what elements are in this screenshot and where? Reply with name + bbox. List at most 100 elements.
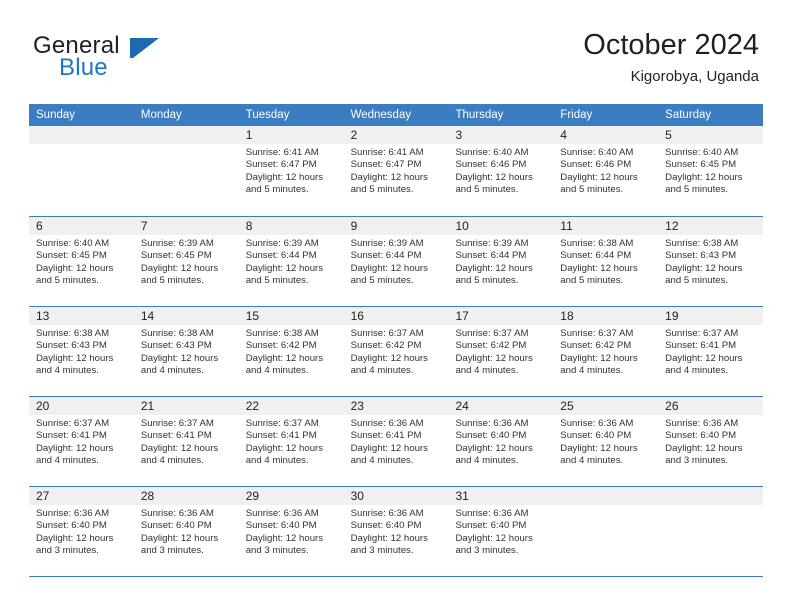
day-number-band: 25 (553, 397, 659, 415)
calendar-day-cell[interactable]: 15 Sunrise: 6:38 AM Sunset: 6:42 PM Dayligh… (238, 307, 344, 396)
calendar-day-cell[interactable]: 5 Sunrise: 6:40 AM Sunset: 6:45 PM Daylight… (658, 126, 764, 216)
calendar-day-cell[interactable]: 8 Sunrise: 6:39 AM Sunset: 6:44 PM Daylight… (238, 217, 344, 306)
calendar-day-cell[interactable]: 21 Sunrise: 6:37 AM Sunset: 6:41 PM Dayligh… (133, 397, 239, 486)
day-info: Sunrise: 6:37 AM Sunset: 6:42 PM Daylight:… (448, 325, 553, 378)
calendar-day-cell[interactable]: 6 Sunrise: 6:40 AM Sunset: 6:45 PM Daylight… (29, 217, 134, 306)
sunrise-text: Sunrise: 6:37 AM (36, 418, 110, 429)
daylight-text: Daylight: 12 hours and 4 minutes. (36, 442, 114, 467)
daylight-text: Daylight: 12 hours and 5 minutes. (350, 171, 428, 196)
daylight-text: Daylight: 12 hours and 4 minutes. (350, 442, 428, 467)
calendar-day-cell[interactable]: 4 Sunrise: 6:40 AM Sunset: 6:46 PM Daylight… (553, 126, 659, 216)
sunrise-text: Sunrise: 6:36 AM (560, 418, 634, 429)
sunrise-text: Sunrise: 6:38 AM (36, 328, 110, 339)
calendar-day-cell[interactable]: 23 Sunrise: 6:36 AM Sunset: 6:41 PM Dayligh… (343, 397, 449, 486)
day-number-band: 2 (343, 126, 449, 144)
day-number: 30 (350, 489, 364, 503)
calendar-day-cell[interactable]: 19 Sunrise: 6:37 AM Sunset: 6:41 PM Dayligh… (658, 307, 764, 396)
day-info: Sunrise: 6:36 AM Sunset: 6:40 PM Daylight:… (448, 415, 553, 468)
sunset-text: Sunset: 6:40 PM (140, 520, 212, 532)
daylight-text: Daylight: 12 hours and 5 minutes. (245, 171, 324, 196)
calendar-day-cell[interactable]: 27 Sunrise: 6:36 AM Sunset: 6:40 PM Dayligh… (29, 487, 134, 576)
day-number: 26 (665, 399, 679, 413)
calendar-day-cell[interactable]: 18 Sunrise: 6:37 AM Sunset: 6:42 PM Dayligh… (553, 307, 659, 396)
calendar-day-cell[interactable]: 31 Sunrise: 6:36 AM Sunset: 6:40 PM Dayligh… (448, 487, 554, 576)
calendar-day-cell[interactable]: 9 Sunrise: 6:39 AM Sunset: 6:44 PM Daylight… (343, 217, 449, 306)
calendar-day-cell[interactable]: 2 Sunrise: 6:41 AM Sunset: 6:47 PM Daylight… (343, 126, 449, 216)
day-number: 22 (245, 399, 260, 413)
sunrise-text: Sunrise: 6:37 AM (350, 328, 424, 339)
calendar-week-row: 1 Sunrise: 6:41 AM Sunset: 6:47 PM Daylight… (29, 126, 764, 216)
sunrise-text: Sunrise: 6:36 AM (350, 508, 424, 519)
day-number-band: 13 (29, 307, 134, 325)
day-number: 2 (350, 128, 358, 142)
daylight-text: Daylight: 12 hours and 4 minutes. (350, 352, 428, 377)
daylight-text: Daylight: 12 hours and 3 minutes. (665, 442, 743, 467)
day-number-band: 29 (238, 487, 344, 505)
calendar-day-cell[interactable]: 1 Sunrise: 6:41 AM Sunset: 6:47 PM Daylight… (238, 126, 344, 216)
calendar-day-cell-empty[interactable] (29, 126, 134, 216)
calendar-day-cell[interactable]: 11 Sunrise: 6:38 AM Sunset: 6:44 PM Dayligh… (553, 217, 659, 306)
sunrise-text: Sunrise: 6:40 AM (36, 238, 110, 249)
day-number: 20 (36, 399, 50, 413)
weekday-header-tuesday: Tuesday (245, 109, 290, 121)
sunrise-text: Sunrise: 6:38 AM (560, 238, 634, 249)
calendar-week-row: 13 Sunrise: 6:38 AM Sunset: 6:43 PM Dayligh… (29, 306, 764, 396)
day-info: Sunrise: 6:37 AM Sunset: 6:41 PM Daylight:… (29, 415, 134, 468)
daylight-text: Daylight: 12 hours and 5 minutes. (455, 262, 533, 287)
day-number: 10 (455, 219, 469, 233)
day-number-band: 7 (133, 217, 239, 235)
sunset-text: Sunset: 6:40 PM (455, 520, 527, 532)
sunset-text: Sunset: 6:40 PM (350, 520, 422, 532)
calendar-day-cell[interactable]: 16 Sunrise: 6:37 AM Sunset: 6:42 PM Dayligh… (343, 307, 449, 396)
sunrise-text: Sunrise: 6:36 AM (665, 418, 739, 429)
calendar-day-cell[interactable]: 12 Sunrise: 6:38 AM Sunset: 6:43 PM Dayligh… (658, 217, 764, 306)
day-number: 12 (665, 219, 679, 233)
page-title: October 2024 (583, 29, 759, 61)
sunset-text: Sunset: 6:41 PM (350, 430, 422, 442)
day-number: 25 (560, 399, 574, 413)
daylight-text: Daylight: 12 hours and 4 minutes. (245, 442, 324, 467)
calendar-day-cell[interactable]: 22 Sunrise: 6:37 AM Sunset: 6:41 PM Dayligh… (238, 397, 344, 486)
calendar-day-cell[interactable]: 25 Sunrise: 6:36 AM Sunset: 6:40 PM Dayligh… (553, 397, 659, 486)
sunset-text: Sunset: 6:40 PM (245, 520, 317, 532)
logo-text-blue: Blue (59, 54, 108, 81)
sunset-text: Sunset: 6:40 PM (665, 430, 737, 442)
calendar-day-cell[interactable]: 28 Sunrise: 6:36 AM Sunset: 6:40 PM Dayligh… (133, 487, 239, 576)
calendar-day-cell[interactable]: 30 Sunrise: 6:36 AM Sunset: 6:40 PM Dayligh… (343, 487, 449, 576)
sunrise-text: Sunrise: 6:40 AM (665, 147, 739, 158)
sunrise-text: Sunrise: 6:38 AM (665, 238, 739, 249)
calendar-day-cell-empty[interactable] (658, 487, 764, 576)
sunset-text: Sunset: 6:47 PM (245, 159, 317, 171)
calendar-day-cell[interactable]: 17 Sunrise: 6:37 AM Sunset: 6:42 PM Dayligh… (448, 307, 554, 396)
daylight-text: Daylight: 12 hours and 4 minutes. (455, 352, 533, 377)
calendar-day-cell[interactable]: 7 Sunrise: 6:39 AM Sunset: 6:45 PM Daylight… (133, 217, 239, 306)
day-number-band: 11 (553, 217, 659, 235)
day-number-band: 19 (658, 307, 764, 325)
day-number: 29 (245, 489, 260, 503)
calendar-day-cell[interactable]: 20 Sunrise: 6:37 AM Sunset: 6:41 PM Dayligh… (29, 397, 134, 486)
day-info: Sunrise: 6:37 AM Sunset: 6:41 PM Daylight:… (239, 415, 344, 468)
calendar-day-cell-empty[interactable] (133, 126, 239, 216)
day-number: 14 (140, 309, 155, 323)
calendar-week-row: 20 Sunrise: 6:37 AM Sunset: 6:41 PM Dayligh… (29, 396, 764, 486)
calendar-day-cell[interactable]: 14 Sunrise: 6:38 AM Sunset: 6:43 PM Dayligh… (133, 307, 239, 396)
sunset-text: Sunset: 6:42 PM (455, 340, 527, 352)
daylight-text: Daylight: 12 hours and 3 minutes. (245, 532, 324, 557)
day-info: Sunrise: 6:36 AM Sunset: 6:40 PM Daylight:… (553, 415, 658, 468)
general-blue-logo[interactable]: General Blue (33, 32, 213, 84)
calendar-day-cell[interactable]: 24 Sunrise: 6:36 AM Sunset: 6:40 PM Dayligh… (448, 397, 554, 486)
day-info: Sunrise: 6:39 AM Sunset: 6:44 PM Daylight:… (448, 235, 553, 288)
sunset-text: Sunset: 6:46 PM (560, 159, 632, 171)
calendar-day-cell-empty[interactable] (553, 487, 659, 576)
sunset-text: Sunset: 6:42 PM (245, 340, 317, 352)
calendar-day-cell[interactable]: 3 Sunrise: 6:40 AM Sunset: 6:46 PM Daylight… (448, 126, 554, 216)
day-number-band (29, 126, 134, 144)
day-number: 8 (245, 219, 253, 233)
day-number-band: 21 (133, 397, 239, 415)
calendar-day-cell[interactable]: 29 Sunrise: 6:36 AM Sunset: 6:40 PM Dayligh… (238, 487, 344, 576)
day-info: Sunrise: 6:36 AM Sunset: 6:40 PM Daylight:… (239, 505, 344, 558)
calendar-day-cell[interactable]: 10 Sunrise: 6:39 AM Sunset: 6:44 PM Dayligh… (448, 217, 554, 306)
calendar-day-cell[interactable]: 13 Sunrise: 6:38 AM Sunset: 6:43 PM Dayligh… (29, 307, 134, 396)
calendar-day-cell[interactable]: 26 Sunrise: 6:36 AM Sunset: 6:40 PM Dayligh… (658, 397, 764, 486)
calendar-week-row: 6 Sunrise: 6:40 AM Sunset: 6:45 PM Daylight… (29, 216, 764, 306)
